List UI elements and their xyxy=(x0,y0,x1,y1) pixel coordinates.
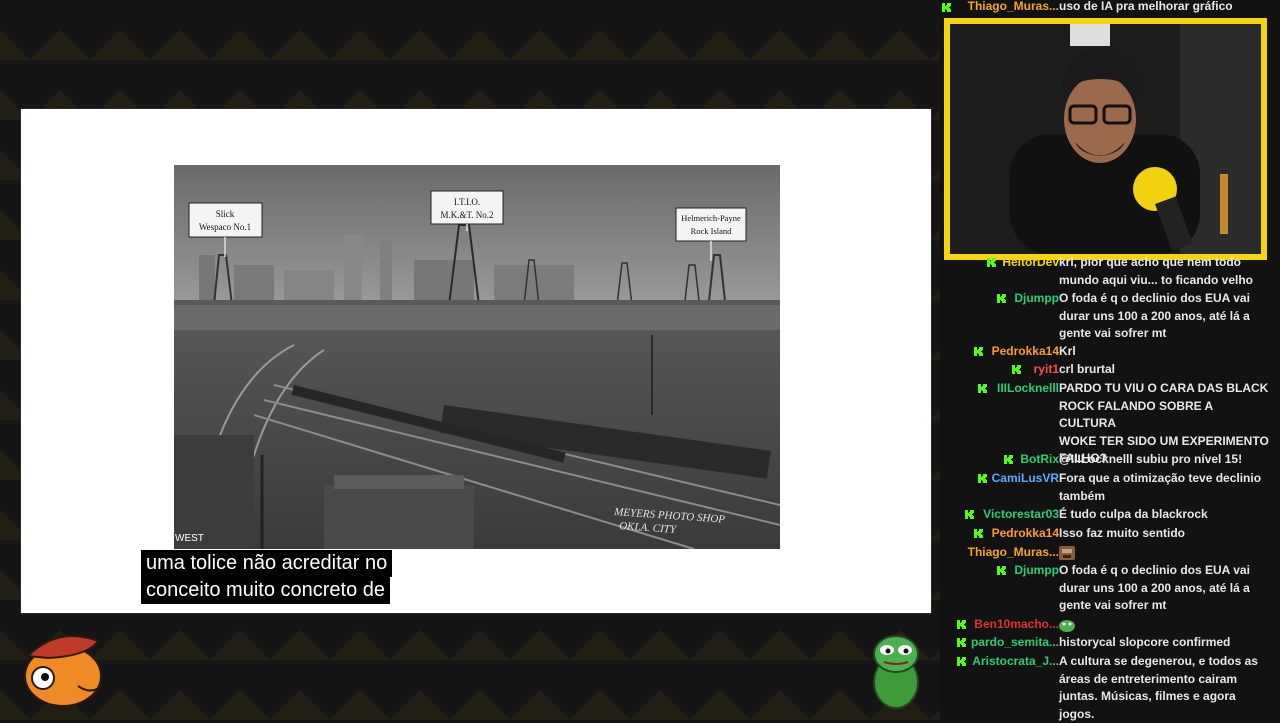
chat-list: HeitorDev krl, pior que acho que nem tod… xyxy=(944,0,1280,721)
sign-1-line2: Wespaco No.1 xyxy=(199,222,251,232)
kick-badge-icon xyxy=(978,384,987,393)
chat-text: O foda é q o declinio dos EUA vai durar u… xyxy=(1059,291,1250,341)
chat-username[interactable]: BotRix xyxy=(1020,451,1059,469)
kick-badge-icon xyxy=(997,566,1006,575)
chat-username[interactable]: Aristocrata_J... xyxy=(972,653,1059,671)
kick-badge-icon xyxy=(1012,365,1021,374)
sign-3-line2: Rock Island xyxy=(691,226,733,236)
chat-text: crl brurtal xyxy=(1059,362,1116,376)
chat-text: A cultura se degenerou, e todos as áreas … xyxy=(1059,654,1258,721)
kick-badge-icon xyxy=(974,529,983,538)
historical-photo: Slick Wespaco No.1 I.T.I.O. M.K.&T. No.2… xyxy=(174,165,780,549)
chat-text xyxy=(1059,616,1269,634)
caption-line-1: uma tolice não acreditar no xyxy=(141,550,393,577)
chat-username[interactable]: Djumpp xyxy=(1014,290,1059,308)
pepe-emote-icon xyxy=(1059,619,1075,632)
chat-username[interactable]: Ben10macho... xyxy=(974,616,1059,634)
chat-username[interactable]: Pedrokka14 xyxy=(992,525,1059,543)
kick-badge-icon xyxy=(997,294,1006,303)
pepe-sticker-icon xyxy=(866,630,926,715)
chat-username[interactable]: ryit1 xyxy=(1034,361,1059,379)
sign-1-line1: Slick xyxy=(216,209,235,219)
kick-badge-icon xyxy=(957,657,966,666)
kick-badge-icon xyxy=(987,258,996,267)
kick-badge-icon xyxy=(978,474,987,483)
chat-text: krl, pior que acho que nem todo mundo aqu… xyxy=(1059,255,1254,287)
chat-text: O foda é q o declinio dos EUA vai durar u… xyxy=(1059,563,1250,613)
chat-username[interactable]: Pedrokka14 xyxy=(992,343,1059,361)
chat-username[interactable]: Victorestar03 xyxy=(983,506,1059,524)
kick-badge-icon xyxy=(957,620,966,629)
mascot-sticker-icon xyxy=(18,626,118,715)
chat-text: @IIILocknelll subiu pro nível 15! xyxy=(1059,452,1243,466)
chat-text xyxy=(1059,544,1269,562)
chat-username[interactable]: IIILocknelll xyxy=(997,380,1059,398)
photo-corner-label: WEST xyxy=(175,533,204,544)
chat-username[interactable]: pardo_semita... xyxy=(971,634,1059,652)
chat-text: historycal slopcore confirmed xyxy=(1059,635,1231,649)
chat-username[interactable]: CamiLusVR xyxy=(992,470,1059,488)
face-emote-icon xyxy=(1059,545,1075,560)
kick-badge-icon xyxy=(974,347,983,356)
chat-text: Isso faz muito sentido xyxy=(1059,526,1186,540)
subtitle-caption: uma tolice não acreditar no conceito mui… xyxy=(141,550,393,604)
kick-badge-icon xyxy=(1004,455,1013,464)
chat-text: Krl xyxy=(1059,344,1076,358)
chat-username[interactable]: HeitorDev xyxy=(1002,254,1059,272)
caption-line-2: conceito muito concreto de xyxy=(141,577,391,604)
sign-3-line1: Helmerich-Payne xyxy=(681,213,741,223)
chat-text: É tudo culpa da blackrock xyxy=(1059,507,1208,521)
kick-badge-icon xyxy=(957,638,966,647)
sign-2-line1: I.T.I.O. xyxy=(454,197,480,207)
kick-badge-icon xyxy=(965,510,974,519)
chat-username[interactable]: Thiago_Muras... xyxy=(968,544,1059,562)
chat-text: Fora que a otimização teve declinio també… xyxy=(1059,471,1262,503)
sign-2-line2: M.K.&T. No.2 xyxy=(440,210,493,220)
chat-username[interactable]: Djumpp xyxy=(1014,562,1059,580)
